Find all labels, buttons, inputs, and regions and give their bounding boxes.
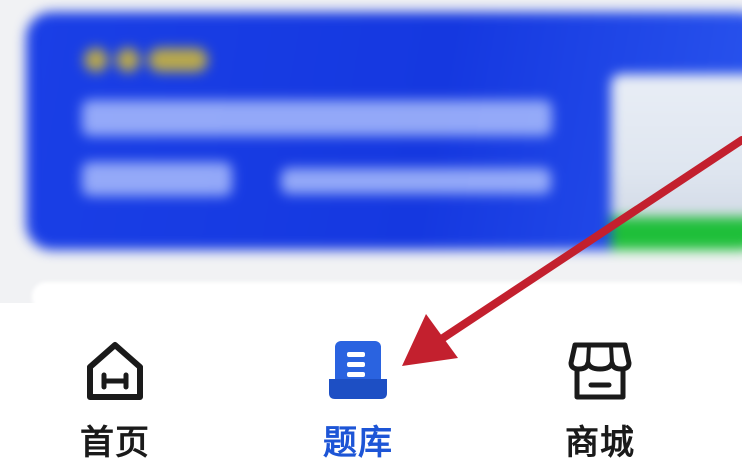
- banner-dot: [116, 48, 140, 72]
- tab-mall-label: 商城: [565, 423, 635, 463]
- tab-home[interactable]: 首页: [25, 303, 205, 475]
- promo-banner[interactable]: [26, 12, 742, 250]
- question-bank-icon: [329, 341, 387, 399]
- content-area: [0, 0, 742, 312]
- store-icon: [568, 342, 632, 400]
- tab-mall[interactable]: 商城: [510, 303, 690, 475]
- bottom-tab-bar: 首页 题库 商城: [0, 303, 742, 475]
- home-icon: [87, 342, 143, 400]
- banner-text-line: [82, 100, 552, 136]
- banner-dot: [84, 48, 108, 72]
- app-screen: 首页 题库 商城: [0, 0, 742, 475]
- tab-question-bank[interactable]: 题库: [268, 303, 448, 475]
- banner-text-line: [82, 162, 232, 196]
- banner-dot: [148, 48, 208, 72]
- banner-text-line: [281, 168, 551, 194]
- banner-image: [611, 74, 742, 234]
- tab-home-label: 首页: [80, 423, 150, 463]
- banner-button: [611, 217, 742, 250]
- tab-question-bank-label: 题库: [323, 423, 393, 463]
